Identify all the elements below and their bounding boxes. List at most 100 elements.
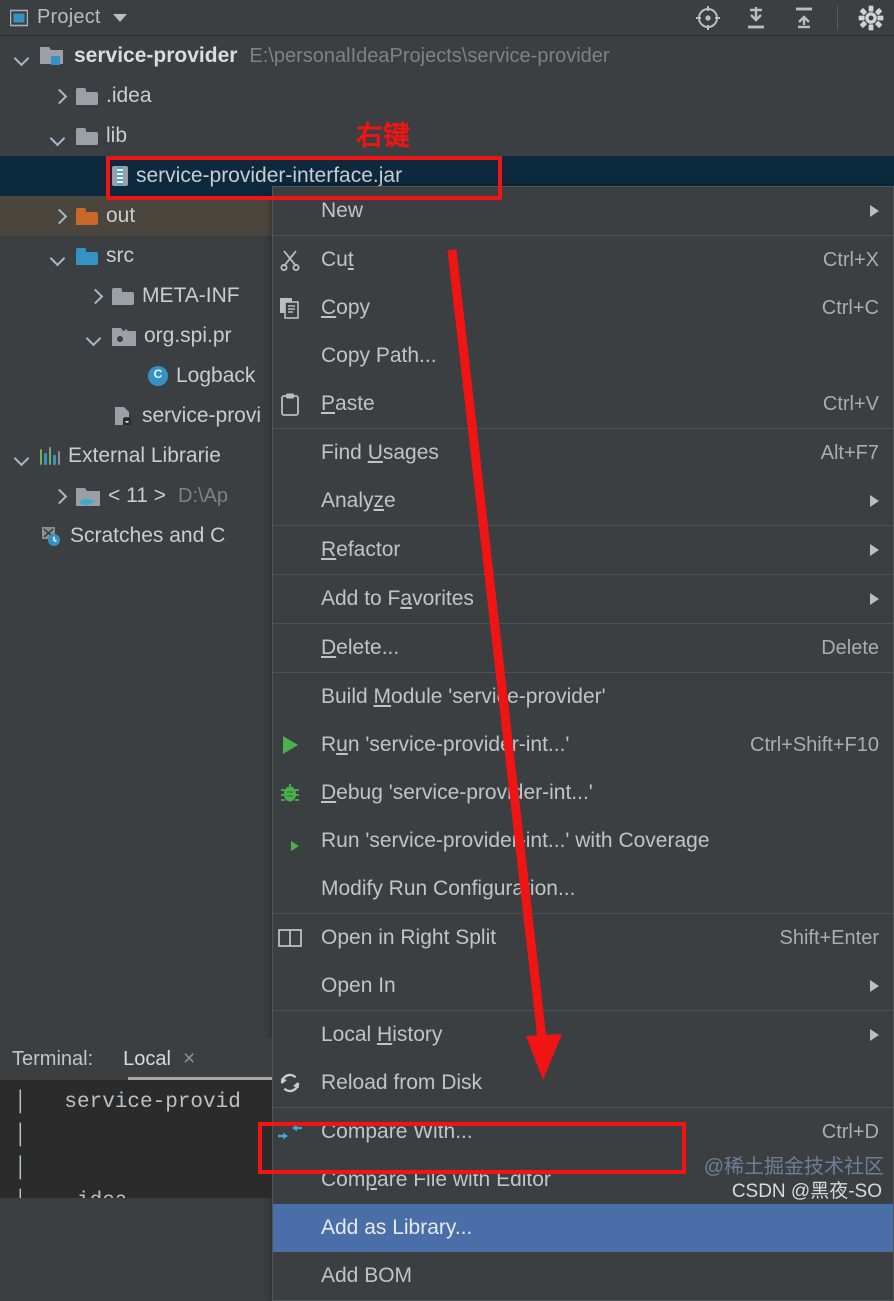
terminal-tool-window: Terminal: Local × │ service-provid │ │ └… [0,1038,272,1198]
menu-item-copy[interactable]: Copy Ctrl+C [273,284,893,332]
tree-row[interactable]: .idea [0,76,894,116]
menu-item-shortcut: Delete [821,636,879,659]
menu-item-open-in[interactable]: Open In [273,962,893,1010]
tree-row-label: Scratches and C [70,524,226,547]
menu-item-compare-with[interactable]: Compare With... Ctrl+D [273,1108,893,1156]
tree-twisty-right-icon[interactable] [86,288,102,304]
tree-twisty-down-icon[interactable] [50,128,66,144]
split-icon [273,928,307,948]
menu-item-shortcut: Ctrl+V [822,392,879,415]
tree-row-label: org.spi.pr [144,324,232,347]
menu-item-shortcut: Ctrl+D [821,1120,879,1143]
tree-row-label: service-provider [74,44,238,67]
scratches-icon [40,525,62,547]
submenu-arrow-icon [870,544,879,556]
menu-item-label: Paste [321,392,375,415]
java-class-icon [148,366,168,386]
menu-item-shortcut: Ctrl+X [822,248,879,271]
compare-icon [273,1122,307,1142]
tree-row-label: .idea [106,84,152,107]
terminal-label: Terminal: [12,1047,94,1070]
tree-twisty-down-icon[interactable] [14,48,30,64]
menu-item-refactor[interactable]: Refactor [273,526,893,574]
debug-icon [273,782,307,804]
menu-item-analyze[interactable]: Analyze [273,477,893,525]
submenu-arrow-icon [870,495,879,507]
coverage-icon [273,830,307,852]
tree-row-label: src [106,244,134,267]
terminal-tab-local[interactable]: Local [123,1048,171,1071]
menu-item-run-service-provider-int-with-coverage[interactable]: Run 'service-provider-int...' with Cover… [273,817,893,865]
chevron-down-icon[interactable] [112,13,127,22]
menu-item-label: Compare File with Editor [321,1168,551,1191]
menu-item-add-as-library[interactable]: Add as Library... [273,1204,893,1252]
menu-item-delete[interactable]: Delete... Delete [273,624,893,672]
watermark-csdn: CSDN @黑夜-SO [731,1181,882,1202]
folder-icon [112,287,134,305]
tree-twisty-none [122,368,138,384]
menu-item-cut[interactable]: Cut Ctrl+X [273,236,893,284]
menu-item-label: Compare With... [321,1120,473,1143]
menu-item-add-to-favorites[interactable]: Add to Favorites [273,575,893,623]
project-panel-header: Project [0,0,894,36]
submenu-arrow-icon [870,205,879,217]
tree-row-label: Logback [176,364,256,387]
menu-item-modify-run-configuration[interactable]: Modify Run Configuration... [273,865,893,913]
module-iml-icon [112,405,134,427]
tree-row[interactable]: lib [0,116,894,156]
tree-twisty-none [14,528,30,544]
tree-twisty-right-icon[interactable] [50,88,66,104]
project-window-icon [9,9,29,27]
tree-row-path: E:\personalIdeaProjects\service-provider [249,44,610,67]
menu-item-paste[interactable]: Paste Ctrl+V [273,380,893,428]
menu-item-copy-path[interactable]: Copy Path... [273,332,893,380]
tree-row-label: out [106,204,136,227]
tree-twisty-right-icon[interactable] [50,488,66,504]
copy-icon [273,297,307,319]
menu-item-run-service-provider-int[interactable]: Run 'service-provider-int...' Ctrl+Shift+… [273,721,893,769]
menu-item-debug-service-provider-int[interactable]: Debug 'service-provider-int...' [273,769,893,817]
terminal-header: Terminal: Local × [0,1038,272,1080]
menu-item-add-bom[interactable]: Add BOM [273,1252,893,1300]
menu-item-label: Analyze [321,489,396,512]
folder-icon [76,127,98,145]
menu-item-label: Modify Run Configuration... [321,877,576,900]
menu-item-label: Refactor [321,538,401,561]
menu-item-label: Find Usages [321,441,439,464]
menu-item-build-module-service-provider[interactable]: Build Module 'service-provider' [273,673,893,721]
menu-item-label: Debug 'service-provider-int...' [321,781,593,804]
tree-twisty-right-icon[interactable] [50,208,66,224]
menu-item-find-usages[interactable]: Find Usages Alt+F7 [273,429,893,477]
terminal-output[interactable]: │ service-provid │ │ └── .idea [0,1080,272,1198]
locate-in-tree-icon[interactable] [693,3,723,33]
menu-item-label: Add to Favorites [321,587,474,610]
menu-item-label: Open in Right Split [321,926,497,949]
menu-item-reload-from-disk[interactable]: Reload from Disk [273,1059,893,1107]
tree-row[interactable]: service-provider E:\personalIdeaProjects\… [0,36,894,76]
menu-item-shortcut: Ctrl+C [821,296,879,319]
external-libraries-icon [40,447,61,465]
tree-row-label: service-provi [142,404,262,427]
menu-item-new[interactable]: New [273,187,893,235]
menu-item-label: Run 'service-provider-int...' with Cover… [321,829,710,852]
file-context-menu[interactable]: New Cut Ctrl+X Copy Ctrl+C Copy Path... Paste C… [272,186,894,1301]
menu-item-local-history[interactable]: Local History [273,1011,893,1059]
tree-twisty-down-icon[interactable] [14,448,30,464]
reload-icon [273,1071,307,1095]
page-title: Project [37,6,101,28]
tree-twisty-down-icon[interactable] [50,248,66,264]
tree-twisty-down-icon[interactable] [86,328,102,344]
watermark-juejin: @稀土掘金技术社区 [703,1156,884,1178]
collapse-all-icon[interactable] [789,3,819,33]
expand-all-icon[interactable] [741,3,771,33]
menu-item-label: Add BOM [321,1264,413,1287]
jar-file-icon [112,166,128,186]
tree-row-path: D:\Ap [178,484,229,507]
menu-item-shortcut: Alt+F7 [820,441,879,464]
menu-item-label: Open In [321,974,396,997]
settings-gear-icon[interactable] [856,3,886,33]
menu-item-open-in-right-split[interactable]: Open in Right Split Shift+Enter [273,914,893,962]
menu-item-label: Reload from Disk [321,1071,483,1094]
menu-item-label: Delete... [321,636,400,659]
close-icon[interactable]: × [183,1047,195,1071]
